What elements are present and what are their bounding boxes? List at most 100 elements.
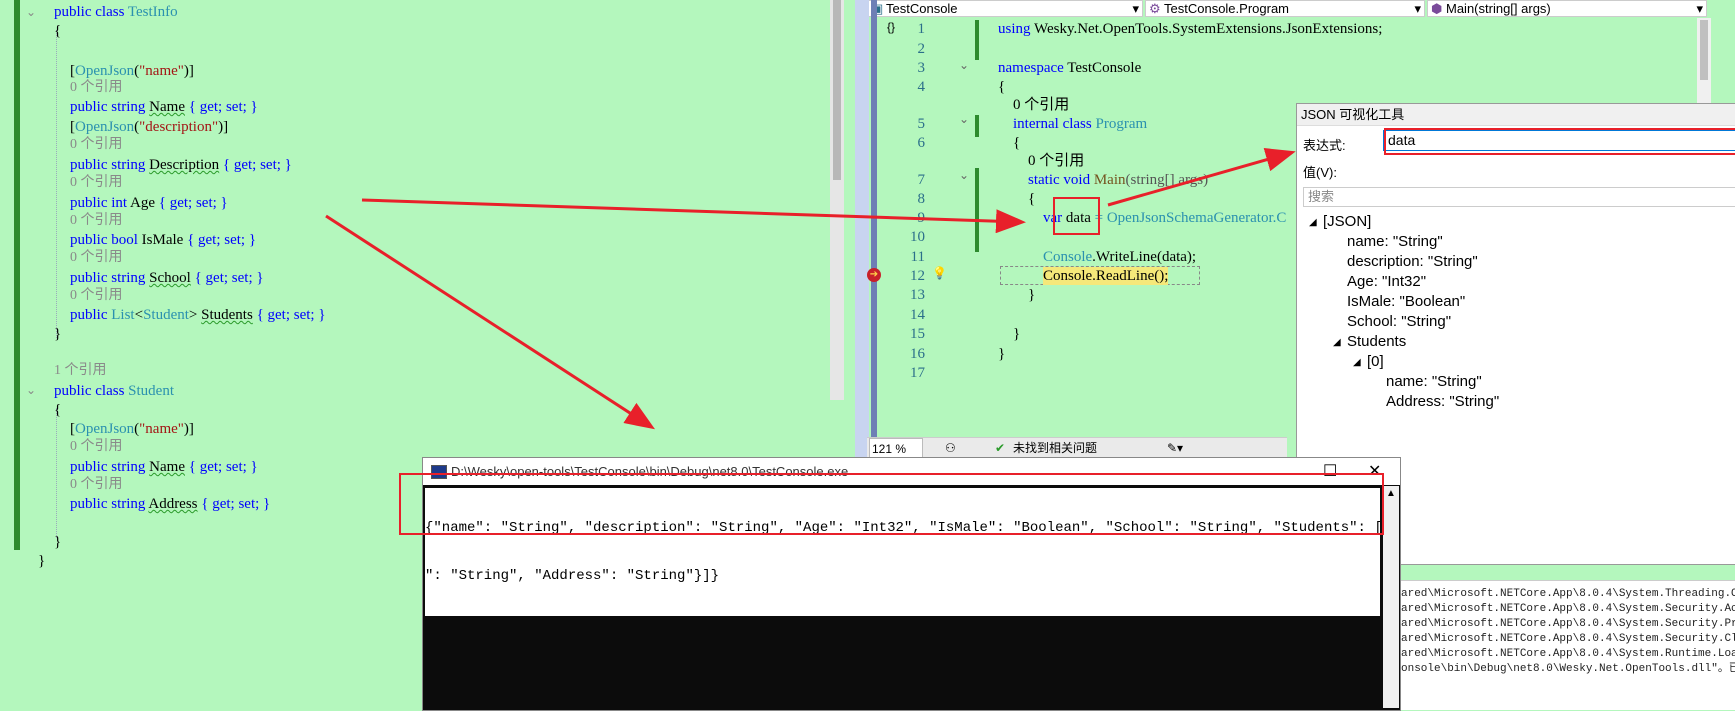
line-number: 2: [917, 41, 926, 57]
reference-count[interactable]: 0 个引用: [70, 287, 123, 305]
tree-node[interactable]: IsMale: "Boolean": [1347, 293, 1465, 311]
close-icon[interactable]: ✕: [1368, 458, 1381, 485]
value-label: 值(V):: [1303, 165, 1337, 180]
project-dropdown[interactable]: ▣ TestConsole ▾: [867, 0, 1143, 17]
close-brace: }: [1028, 287, 1036, 303]
scrollbar-thumb[interactable]: [1700, 20, 1708, 80]
code-line-readline: Console.ReadLine();: [1043, 267, 1169, 285]
project-dropdown-label: TestConsole: [886, 1, 958, 16]
attribute-line: [OpenJson("description")]: [70, 119, 229, 135]
property-description: public string Description { get; set; }: [70, 157, 292, 173]
console-title-text: D:\Wesky\open-tools\TestConsole\bin\Debu…: [451, 464, 849, 479]
search-input[interactable]: 搜索: [1303, 187, 1735, 207]
change-bar: [975, 115, 979, 137]
change-bar: [975, 20, 979, 60]
tree-node[interactable]: description: "String": [1347, 253, 1478, 271]
reference-count[interactable]: 1 个引用: [54, 362, 107, 380]
close-brace: }: [54, 534, 62, 550]
reference-count[interactable]: 0 个引用: [70, 79, 123, 97]
expression-input[interactable]: data: [1383, 130, 1735, 151]
line-number: 16: [910, 346, 925, 362]
reference-count[interactable]: 0 个引用: [70, 136, 123, 154]
code-map-icon[interactable]: {}: [887, 20, 895, 34]
reference-count[interactable]: 0 个引用: [70, 249, 123, 267]
indent-guide: [56, 30, 57, 338]
line-number: 17: [910, 365, 925, 381]
current-statement-icon[interactable]: ➔: [867, 268, 881, 282]
code-line-namespace: namespace TestConsole: [998, 60, 1142, 76]
tree-root[interactable]: [JSON]: [1323, 213, 1371, 231]
console-scrollbar[interactable]: ▲: [1383, 486, 1399, 708]
method-icon: ⬢: [1431, 1, 1443, 16]
console-window[interactable]: D:\Wesky\open-tools\TestConsole\bin\Debu…: [422, 457, 1401, 711]
line-number: 7: [917, 172, 926, 188]
expand-triangle-icon[interactable]: ◢: [1333, 334, 1341, 352]
reference-count[interactable]: 0 个引用: [70, 438, 123, 456]
close-brace: }: [998, 346, 1006, 362]
collapse-chevron-icon[interactable]: ⌄: [26, 381, 36, 399]
line-number: 13: [910, 287, 925, 303]
change-bar: [14, 0, 20, 550]
reference-count[interactable]: 0 个引用: [70, 174, 123, 192]
collapse-chevron-icon[interactable]: ⌄: [959, 58, 969, 72]
open-brace: {: [1028, 191, 1036, 207]
issues-status[interactable]: 未找到相关问题: [1013, 438, 1097, 458]
breakpoint-margin[interactable]: [871, 0, 877, 460]
lightbulb-icon[interactable]: 💡: [932, 266, 947, 280]
output-line: ared\Microsoft.NETCore.App\8.0.4\System.…: [1401, 648, 1735, 660]
tree-node-index[interactable]: [0]: [1367, 353, 1384, 371]
line-number: 11: [910, 249, 925, 265]
chevron-down-icon: ▾: [1696, 1, 1703, 16]
tree-node[interactable]: name: "String": [1386, 373, 1482, 391]
reference-count[interactable]: 0 个引用: [1028, 152, 1084, 170]
reference-count[interactable]: 0 个引用: [70, 476, 123, 494]
expand-triangle-icon[interactable]: ◢: [1309, 214, 1317, 232]
indent-guide: [56, 408, 57, 538]
member-dropdown[interactable]: ⬢ Main(string[] args) ▾: [1427, 0, 1707, 17]
code-line-writeline: Console.WriteLine(data);: [1043, 249, 1197, 265]
property-ismale: public bool IsMale { get; set; }: [70, 232, 257, 248]
line-number: 5: [917, 116, 926, 132]
copilot-icon[interactable]: ⚇: [945, 438, 956, 458]
brush-icon[interactable]: ✎▾: [1167, 438, 1183, 458]
scrollbar-thumb[interactable]: [833, 0, 841, 180]
collapse-chevron-icon[interactable]: ⌄: [26, 3, 36, 21]
console-title-bar[interactable]: D:\Wesky\open-tools\TestConsole\bin\Debu…: [423, 458, 1400, 485]
expand-triangle-icon[interactable]: ◢: [1353, 354, 1361, 372]
code-line-class: internal class Program: [1013, 116, 1148, 132]
tree-node[interactable]: School: "String": [1347, 313, 1451, 331]
class-dropdown[interactable]: ⚙ TestConsole.Program ▾: [1145, 0, 1425, 17]
close-brace: }: [54, 326, 62, 342]
code-line-using: using Wesky.Net.OpenTools.SystemExtensio…: [998, 21, 1383, 37]
reference-count[interactable]: 0 个引用: [70, 212, 123, 230]
reference-count[interactable]: 0 个引用: [1013, 96, 1069, 114]
tree-node[interactable]: name: "String": [1347, 233, 1443, 251]
maximize-icon[interactable]: ☐: [1323, 458, 1337, 485]
attribute-line: [OpenJson("name")]: [70, 421, 194, 437]
close-brace: }: [1013, 326, 1021, 342]
open-brace: {: [54, 402, 62, 418]
class-decl-student: public class Student: [54, 383, 174, 399]
tree-node[interactable]: Address: "String": [1386, 393, 1499, 411]
line-number: 14: [910, 307, 925, 323]
member-dropdown-label: Main(string[] args): [1446, 1, 1551, 16]
chevron-down-icon: ▾: [1132, 1, 1139, 16]
property-age: public int Age { get; set; }: [70, 195, 228, 211]
collapse-chevron-icon[interactable]: ⌄: [959, 168, 969, 182]
zoom-dropdown[interactable]: 121 %: [869, 438, 923, 458]
chevron-down-icon: ▾: [1414, 1, 1421, 16]
open-brace: {: [998, 79, 1006, 95]
property-school: public string School { get; set; }: [70, 270, 264, 286]
scroll-up-icon[interactable]: ▲: [1386, 488, 1396, 499]
line-number: 15: [910, 326, 925, 342]
output-line: ared\Microsoft.NETCore.App\8.0.4\System.…: [1401, 618, 1735, 630]
output-pane: ared\Microsoft.NETCore.App\8.0.4\System.…: [1399, 580, 1735, 710]
tree-node[interactable]: Age: "Int32": [1347, 273, 1426, 291]
change-bar: [975, 168, 979, 252]
tree-node-students[interactable]: Students: [1347, 333, 1406, 351]
window-title: JSON 可视化工具: [1297, 104, 1735, 126]
vertical-scrollbar[interactable]: [830, 0, 844, 400]
collapse-chevron-icon[interactable]: ⌄: [959, 112, 969, 126]
line-number: 10: [910, 229, 925, 245]
console-output-line: {"name": "String", "description": "Strin…: [425, 520, 1380, 536]
